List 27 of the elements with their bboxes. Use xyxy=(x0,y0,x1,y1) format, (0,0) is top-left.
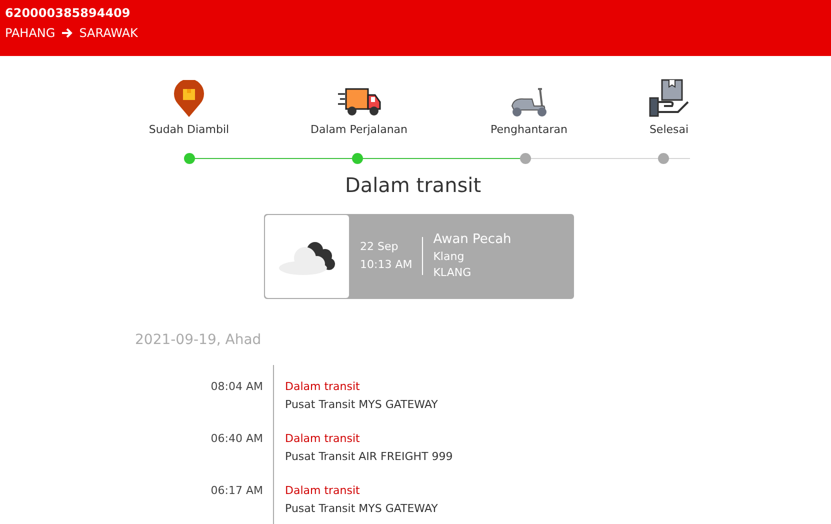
latest-city: Klang xyxy=(433,249,466,265)
weather-text: Awan Pecah xyxy=(433,231,512,249)
event-location: Pusat Transit MYS GATEWAY xyxy=(285,500,438,516)
tracking-number: 620000385894409 xyxy=(5,5,132,21)
truck-icon xyxy=(337,86,381,118)
arrow-right-icon xyxy=(61,28,74,38)
event-location: Pusat Transit MYS GATEWAY xyxy=(285,396,438,412)
event-time: 08:04 AM xyxy=(210,378,263,394)
status-title: Dalam transit xyxy=(344,172,482,198)
event-time: 06:17 AM xyxy=(210,482,263,498)
latest-area: KLANG xyxy=(433,265,512,281)
event-location: Pusat Transit AIR FREIGHT 999 xyxy=(285,448,453,464)
destination-state: SARAWAK xyxy=(79,25,138,42)
hand-holding-box-icon xyxy=(648,78,690,118)
history-date: 2021-09-19, Ahad xyxy=(135,330,262,350)
event-status: Dalam transit xyxy=(285,482,360,498)
step-label: Penghantaran xyxy=(490,122,568,138)
event-time: 06:40 AM xyxy=(210,430,263,446)
step-label: Selesai xyxy=(649,122,689,138)
latest-time: 10:13 AM xyxy=(360,257,412,273)
step-label: Sudah Diambil xyxy=(148,122,230,138)
event-status: Dalam transit xyxy=(285,378,360,394)
latest-date: 22 Sep xyxy=(360,239,400,255)
step-label: Dalam Perjalanan xyxy=(310,122,408,138)
origin-state: PAHANG xyxy=(5,25,56,42)
map-pin-icon xyxy=(172,80,206,118)
event-status: Dalam transit xyxy=(285,430,360,446)
